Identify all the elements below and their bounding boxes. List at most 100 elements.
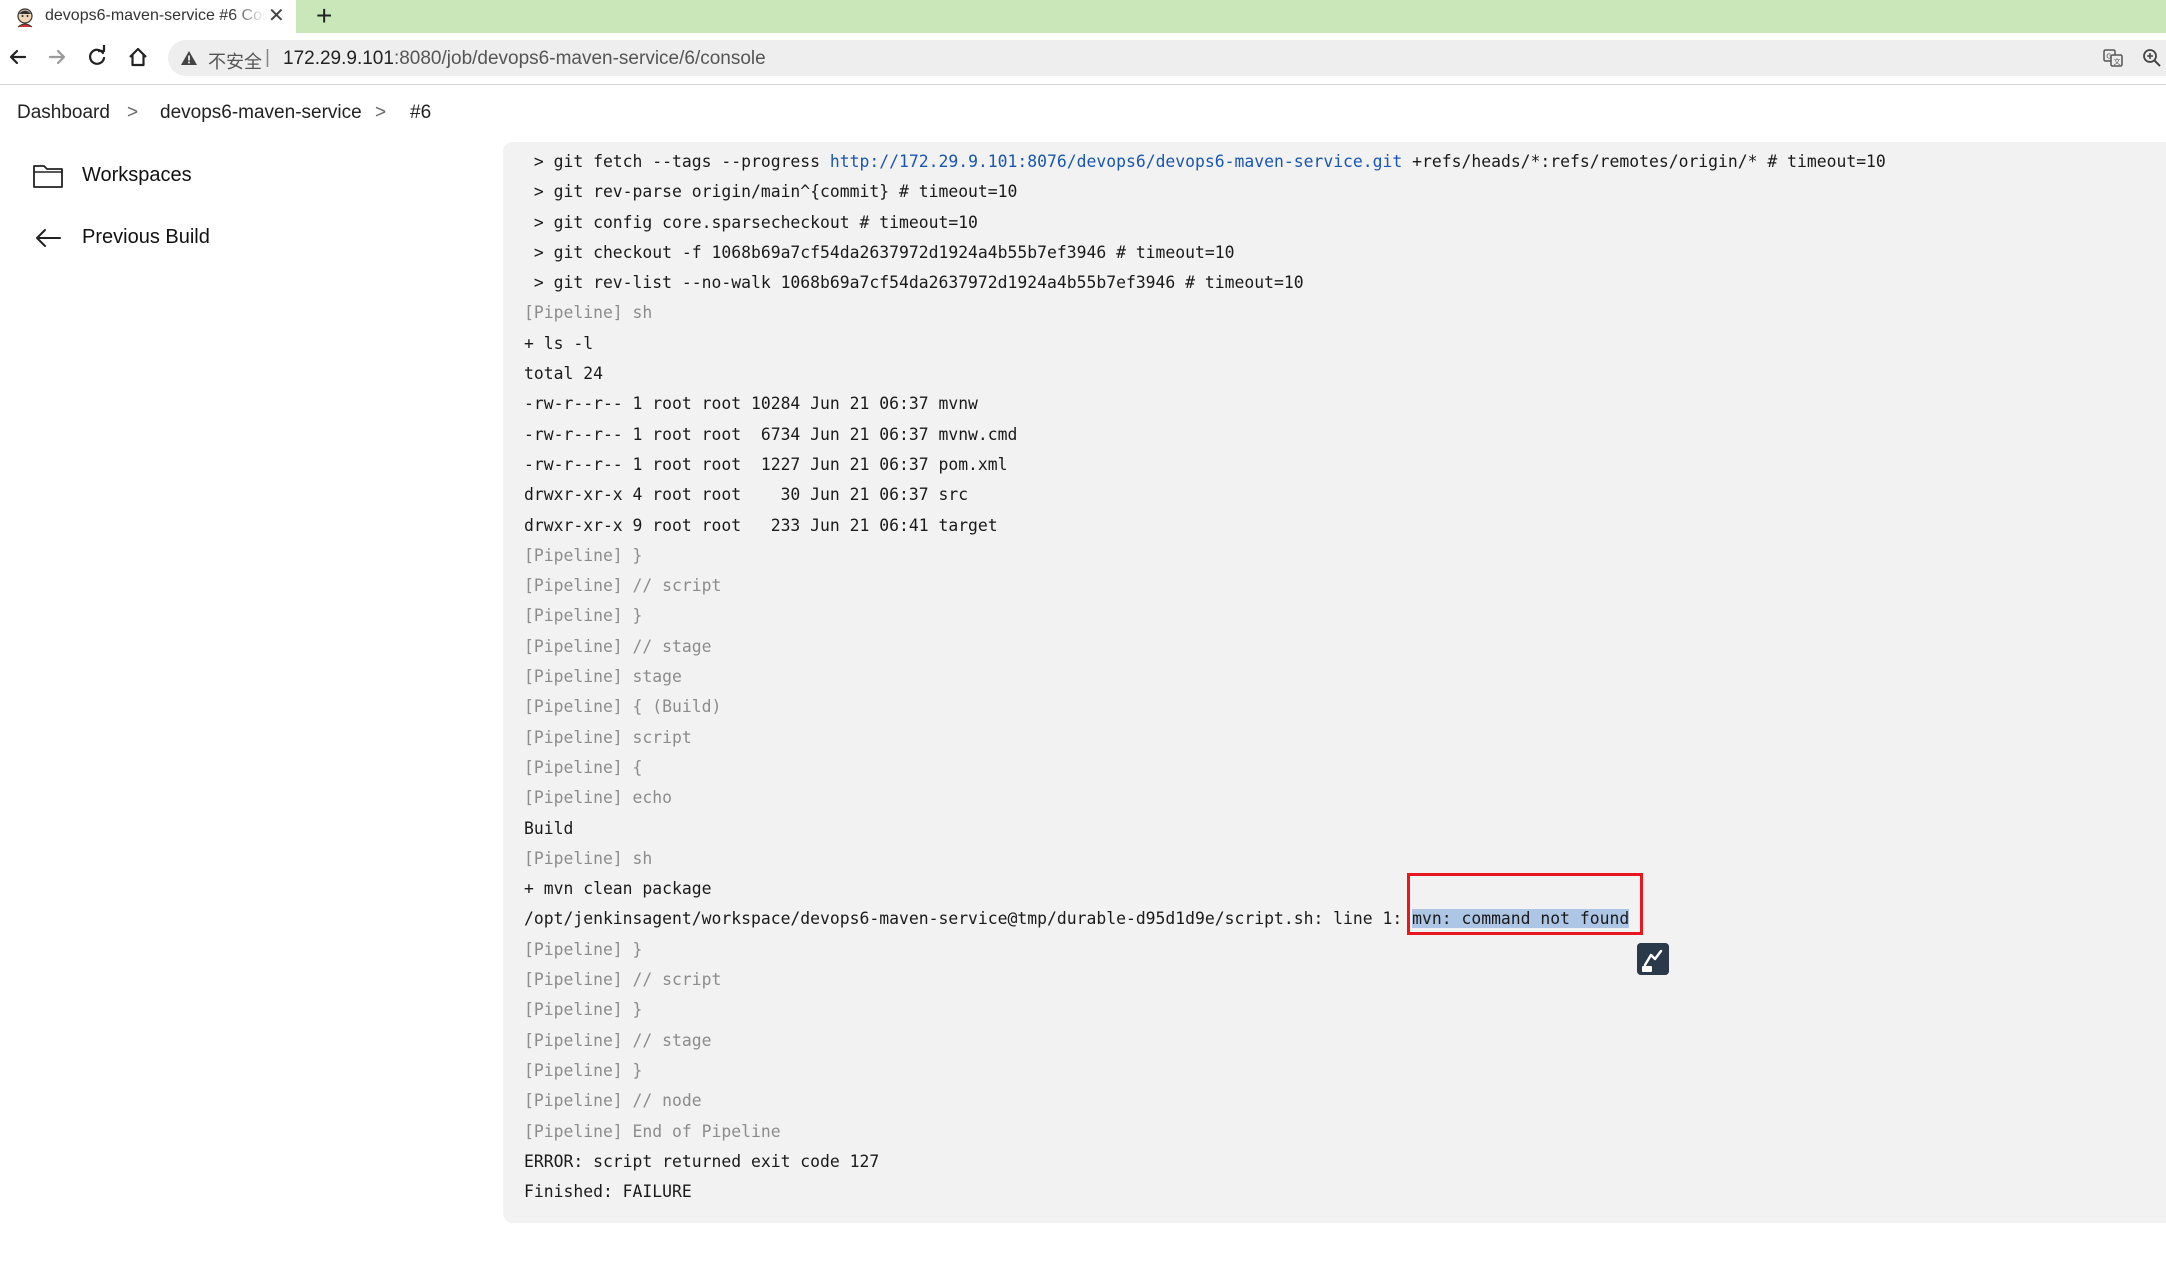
console-line: > git rev-parse origin/main^{commit} # t… bbox=[524, 177, 1886, 207]
console-line-text: > git rev-parse origin/main^{commit} # t… bbox=[524, 182, 1018, 202]
console-line-text: > git rev-list --no-walk 1068b69a7cf54da… bbox=[524, 273, 1304, 293]
console-line-text: + ls -l bbox=[524, 333, 594, 353]
browser-tab[interactable]: devops6-maven-service #6 Console [Jenkin… bbox=[0, 0, 296, 33]
tab-title: devops6-maven-service #6 Console [Jenkin… bbox=[45, 7, 265, 24]
pipeline-step-line: [Pipeline] // stage bbox=[524, 632, 1886, 662]
console-line-text: [Pipeline] { bbox=[524, 757, 643, 777]
svg-text:G: G bbox=[2106, 53, 2111, 61]
translate-icon[interactable]: G 文 bbox=[2102, 47, 2124, 69]
console-line-text: [Pipeline] // script bbox=[524, 576, 722, 596]
console-line: + mvn clean package bbox=[524, 874, 1886, 904]
pipeline-step-line: [Pipeline] // script bbox=[524, 965, 1886, 995]
console-line-text: [Pipeline] } bbox=[524, 1060, 643, 1080]
console-line-text: > git checkout -f 1068b69a7cf54da2637972… bbox=[524, 242, 1235, 262]
console-line: > git config core.sparsecheckout # timeo… bbox=[524, 208, 1886, 238]
breadcrumb-separator: > bbox=[127, 102, 139, 123]
repo-url-link[interactable]: http://172.29.9.101:8076/devops6/devops6… bbox=[830, 152, 1402, 171]
browser-tabstrip: devops6-maven-service #6 Console [Jenkin… bbox=[0, 0, 2166, 33]
console-line: ERROR: script returned exit code 127 bbox=[524, 1147, 1886, 1177]
console-line: /opt/jenkinsagent/workspace/devops6-mave… bbox=[524, 904, 1886, 934]
back-arrow-icon[interactable] bbox=[3, 42, 33, 72]
breadcrumb-job[interactable]: devops6-maven-service bbox=[160, 102, 362, 124]
warning-triangle-icon[interactable] bbox=[180, 49, 198, 67]
sidebar: Workspaces Previous Build bbox=[0, 142, 503, 1279]
zoom-icon[interactable] bbox=[2141, 47, 2163, 69]
console-line: -rw-r--r-- 1 root root 6734 Jun 21 06:37… bbox=[524, 420, 1886, 450]
home-icon[interactable] bbox=[123, 42, 153, 72]
sidebar-item-previous-build[interactable]: Previous Build bbox=[32, 218, 472, 258]
url-host: 172.29.9.101 bbox=[283, 48, 394, 69]
sidebar-item-label: Previous Build bbox=[82, 226, 210, 248]
console-line: Build bbox=[524, 814, 1886, 844]
security-status-label[interactable]: 不安全 bbox=[208, 48, 262, 74]
console-line-text: /opt/jenkinsagent/workspace/devops6-mave… bbox=[524, 909, 1413, 929]
pipeline-step-line: [Pipeline] } bbox=[524, 995, 1886, 1025]
console-line-text: drwxr-xr-x 9 root root 233 Jun 21 06:41 … bbox=[524, 515, 998, 535]
pipeline-step-line: [Pipeline] } bbox=[524, 601, 1886, 631]
url-text[interactable]: 172.29.9.101:8080/job/devops6-maven-serv… bbox=[283, 48, 766, 70]
sidebar-item-workspaces[interactable]: Workspaces bbox=[32, 156, 472, 196]
console-line-text: [Pipeline] } bbox=[524, 939, 643, 959]
breadcrumb-build[interactable]: #6 bbox=[410, 102, 431, 124]
console-line-text: [Pipeline] } bbox=[524, 606, 643, 626]
breadcrumb-separator: > bbox=[375, 102, 387, 123]
console-line: drwxr-xr-x 4 root root 30 Jun 21 06:37 s… bbox=[524, 480, 1886, 510]
console-line: Finished: FAILURE bbox=[524, 1177, 1886, 1207]
console-line-text: +refs/heads/*:refs/remotes/origin/* # ti… bbox=[1402, 152, 1886, 171]
folder-icon bbox=[33, 165, 63, 188]
pipeline-step-line: [Pipeline] // script bbox=[524, 571, 1886, 601]
console-line: + ls -l bbox=[524, 329, 1886, 359]
pipeline-step-line: [Pipeline] { (Build) bbox=[524, 692, 1886, 722]
console-line-text: Build bbox=[524, 818, 574, 838]
console-line-text: [Pipeline] // stage bbox=[524, 1030, 712, 1050]
copy-translate-badge-icon[interactable] bbox=[1637, 943, 1669, 975]
arrow-left-icon bbox=[36, 229, 61, 247]
console-line-text: -rw-r--r-- 1 root root 10284 Jun 21 06:3… bbox=[524, 394, 978, 414]
breadcrumb: Dashboard > devops6-maven-service > #6 bbox=[0, 85, 2166, 142]
console-line-text: [Pipeline] script bbox=[524, 727, 692, 747]
browser-toolbar: 不安全 | 172.29.9.101:8080/job/devops6-mave… bbox=[0, 33, 2166, 85]
console-line-text: [Pipeline] // stage bbox=[524, 636, 712, 656]
breadcrumb-dashboard[interactable]: Dashboard bbox=[17, 102, 110, 124]
new-tab-button[interactable]: + bbox=[316, 2, 332, 30]
console-line-text: ERROR: script returned exit code 127 bbox=[524, 1151, 880, 1171]
console-line-text: -rw-r--r-- 1 root root 6734 Jun 21 06:37… bbox=[524, 424, 1018, 444]
pipeline-step-line: [Pipeline] sh bbox=[524, 844, 1886, 874]
console-line: -rw-r--r-- 1 root root 1227 Jun 21 06:37… bbox=[524, 450, 1886, 480]
url-separator: | bbox=[265, 47, 270, 68]
reload-icon[interactable] bbox=[82, 42, 112, 72]
console-line-text: [Pipeline] } bbox=[524, 1000, 643, 1020]
console-line-text: [Pipeline] echo bbox=[524, 788, 673, 808]
console-output: > git fetch --tags --progress http://172… bbox=[503, 142, 2166, 1223]
console-lines: > git fetch --tags --progress http://172… bbox=[524, 147, 1886, 1207]
console-line: -rw-r--r-- 1 root root 10284 Jun 21 06:3… bbox=[524, 389, 1886, 419]
forward-arrow-icon[interactable] bbox=[42, 42, 72, 72]
console-line-text: drwxr-xr-x 4 root root 30 Jun 21 06:37 s… bbox=[524, 485, 969, 505]
console-line-text: [Pipeline] } bbox=[524, 545, 643, 565]
pipeline-step-line: [Pipeline] End of Pipeline bbox=[524, 1117, 1886, 1147]
pipeline-step-line: [Pipeline] sh bbox=[524, 298, 1886, 328]
console-line-text: [Pipeline] End of Pipeline bbox=[524, 1121, 781, 1141]
pipeline-step-line: [Pipeline] echo bbox=[524, 783, 1886, 813]
svg-text:文: 文 bbox=[2114, 57, 2121, 66]
console-line-text: [Pipeline] sh bbox=[524, 848, 653, 868]
pipeline-step-line: [Pipeline] } bbox=[524, 935, 1886, 965]
address-bar[interactable]: 不安全 | 172.29.9.101:8080/job/devops6-mave… bbox=[168, 40, 2166, 76]
error-highlight-box bbox=[1407, 873, 1643, 935]
console-line: total 24 bbox=[524, 359, 1886, 389]
console-line-text: > git config core.sparsecheckout # timeo… bbox=[524, 212, 978, 232]
pipeline-step-line: [Pipeline] { bbox=[524, 753, 1886, 783]
pipeline-step-line: [Pipeline] } bbox=[524, 1056, 1886, 1086]
jenkins-favicon-icon bbox=[17, 8, 33, 28]
console-line-text: + mvn clean package bbox=[524, 879, 712, 899]
console-line-text: [Pipeline] sh bbox=[524, 303, 653, 323]
console-line-text: -rw-r--r-- 1 root root 1227 Jun 21 06:37… bbox=[524, 454, 1008, 474]
console-line-text: [Pipeline] // node bbox=[524, 1091, 702, 1111]
console-line: drwxr-xr-x 9 root root 233 Jun 21 06:41 … bbox=[524, 511, 1886, 541]
console-line-text: [Pipeline] { (Build) bbox=[524, 697, 722, 717]
pipeline-step-line: [Pipeline] } bbox=[524, 541, 1886, 571]
tab-close-icon[interactable]: ✕ bbox=[268, 5, 285, 27]
console-line: > git checkout -f 1068b69a7cf54da2637972… bbox=[524, 238, 1886, 268]
url-path: :8080/job/devops6-maven-service/6/consol… bbox=[393, 48, 766, 69]
sidebar-item-label: Workspaces bbox=[82, 164, 192, 186]
